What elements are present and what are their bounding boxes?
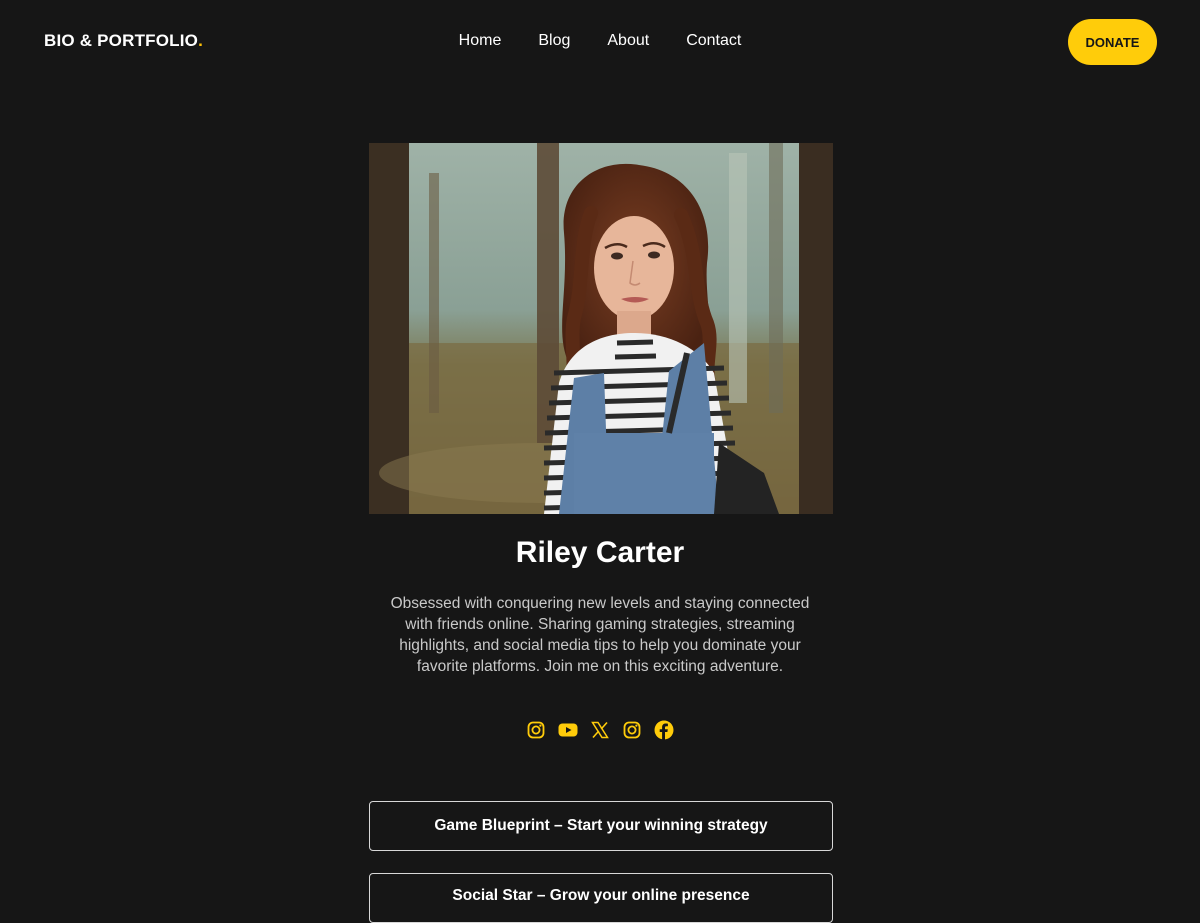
logo-dot: . (198, 31, 204, 50)
instagram-icon[interactable] (526, 719, 546, 741)
site-logo[interactable]: BIO & PORTFOLIO. (44, 31, 203, 51)
nav-link-contact[interactable]: Contact (686, 31, 741, 51)
youtube-icon[interactable] (558, 719, 578, 741)
link-button-game-blueprint[interactable]: Game Blueprint – Start your winning stra… (369, 801, 833, 851)
facebook-icon[interactable] (654, 719, 674, 741)
link-button-social-star[interactable]: Social Star – Grow your online presence (369, 873, 833, 923)
profile-name: Riley Carter (515, 536, 685, 569)
donate-button[interactable]: DONATE (1068, 19, 1157, 65)
nav-link-home[interactable]: Home (459, 31, 502, 51)
profile-photo (369, 143, 833, 514)
nav-link-blog[interactable]: Blog (538, 31, 570, 51)
logo-text: BIO & PORTFOLIO (44, 31, 199, 50)
profile-bio: Obsessed with conquering new levels and … (390, 595, 810, 675)
nav-link-about[interactable]: About (607, 31, 649, 51)
x-icon[interactable] (590, 719, 610, 741)
site-header: BIO & PORTFOLIO. Home Blog About Contact… (0, 0, 1200, 82)
social-links (0, 719, 1200, 741)
instagram-icon[interactable] (622, 719, 642, 741)
